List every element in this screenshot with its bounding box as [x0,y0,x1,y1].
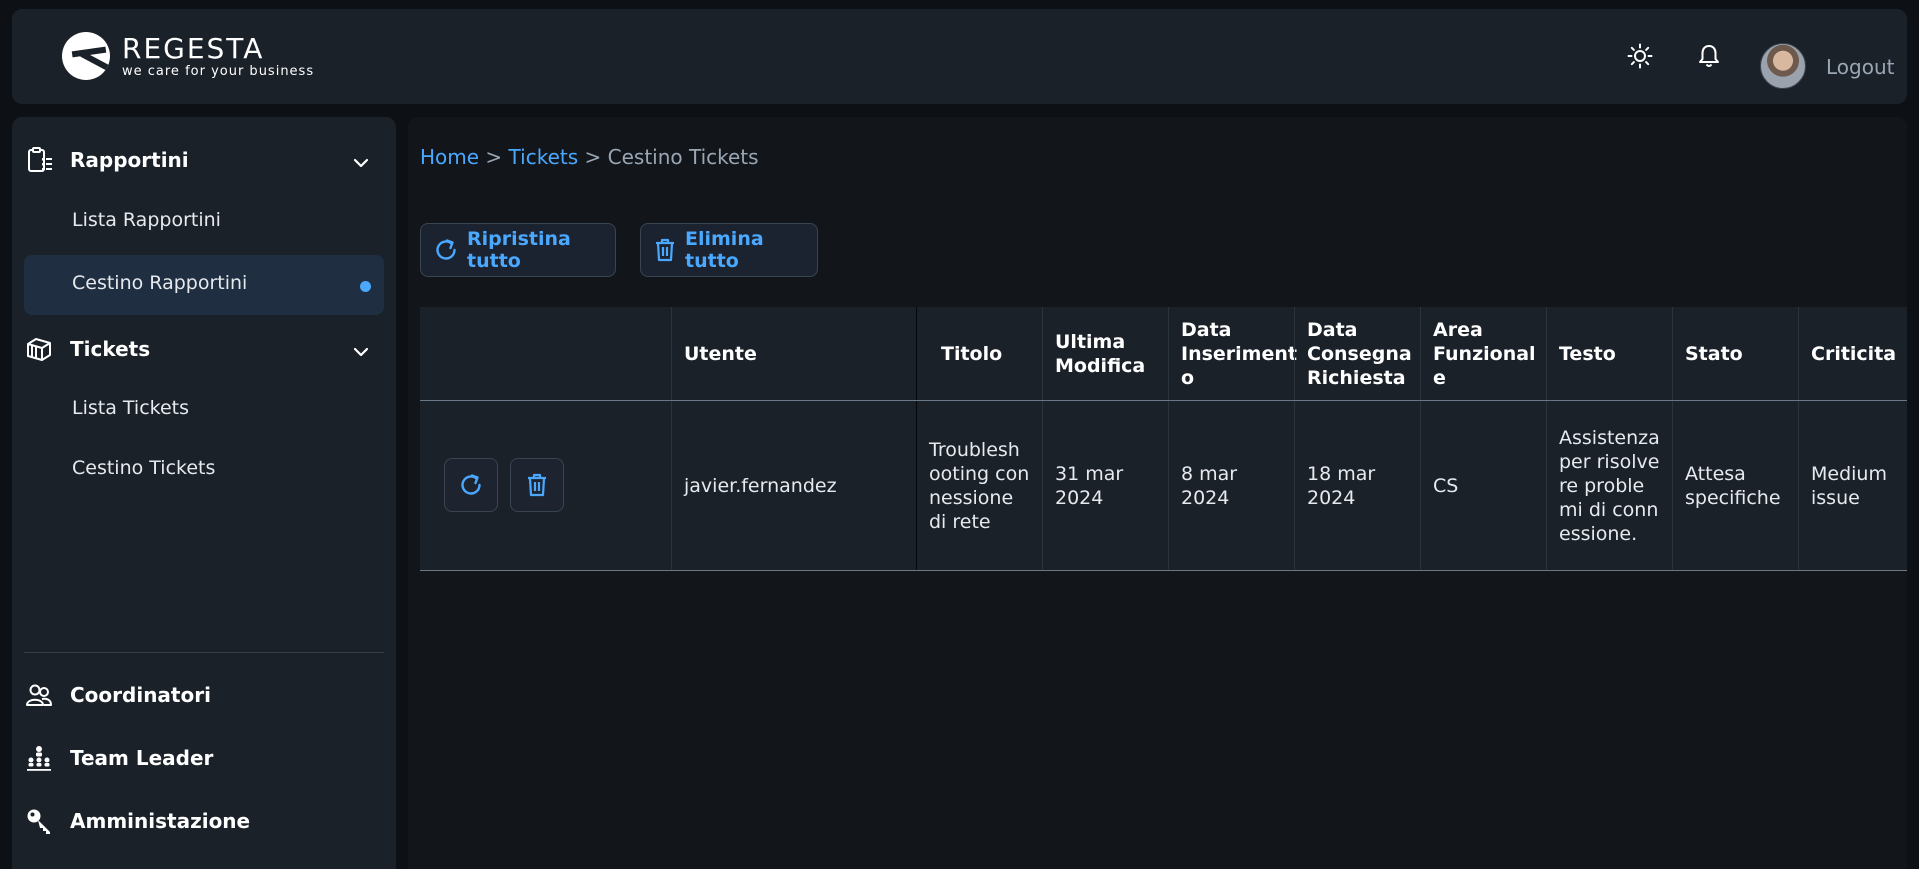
chevron-down-icon[interactable] [352,343,370,361]
cell-data-consegna: 18 mar 2024 [1294,401,1420,570]
bell-icon[interactable] [1695,42,1723,70]
breadcrumb-tickets[interactable]: Tickets [509,145,579,169]
clipboard-list-icon [24,145,54,175]
row-actions-cell [420,401,671,570]
breadcrumb-home[interactable]: Home [420,145,479,169]
cell-ultima-modifica: 31 mar 2024 [1042,401,1168,570]
sidebar-item-lista-rapportini[interactable]: Lista Rapportini [72,209,221,231]
avatar[interactable] [1760,43,1806,89]
cell-testo: Assistenza per risolvere problemi di con… [1546,401,1672,570]
sidebar: Rapportini Lista Rapportini Cestino Rapp… [12,117,396,869]
cell-stato: Attesa specifiche [1672,401,1798,570]
chevron-down-icon[interactable] [352,154,370,172]
brand-tagline: we care for your business [122,63,315,79]
delete-all-button[interactable]: Elimina tutto [640,223,818,277]
sidebar-item-label: Amministazione [70,809,251,833]
breadcrumb-separator: > [479,145,509,169]
cell-titolo: Troubleshooting connessione di rete [916,401,1042,570]
cell-criticita: Medium issue [1798,401,1907,570]
cell-utente: javier.fernandez [671,401,916,570]
logout-link[interactable]: Logout [1826,55,1894,79]
logo-mark-icon [62,32,110,80]
table-row: javier.fernandez Troubleshooting conness… [420,401,1907,571]
cell-area-funzionale: CS [1420,401,1546,570]
breadcrumb: Home > Tickets > Cestino Tickets [420,145,759,169]
sidebar-group-label: Rapportini [70,148,189,172]
delete-row-button[interactable] [510,458,564,512]
column-header-stato[interactable]: Stato [1672,307,1798,400]
table-header-row: Utente Titolo Ultima Modifica Data Inser… [420,307,1907,401]
restore-row-button[interactable] [444,458,498,512]
top-header: REGESTA we care for your business Logout [12,9,1907,104]
ticket-icon [24,334,54,364]
breadcrumb-current: Cestino Tickets [607,145,759,169]
sidebar-item-amministazione[interactable]: Amministazione [24,806,250,836]
column-header-data-consegna[interactable]: Data Consegna Richiesta [1294,307,1420,400]
trash-icon [528,473,546,497]
sidebar-group-tickets[interactable]: Tickets [24,334,150,364]
sidebar-item-cestino-tickets[interactable]: Cestino Tickets [72,457,215,479]
delete-all-label: Elimina tutto [685,228,764,272]
sidebar-divider [24,652,384,653]
refresh-icon [461,474,481,495]
sun-icon[interactable] [1626,42,1654,70]
sidebar-item-lista-tickets[interactable]: Lista Tickets [72,397,189,419]
sidebar-item-coordinatori[interactable]: Coordinatori [24,680,211,710]
brand-logo[interactable]: REGESTA we care for your business [62,32,314,80]
brand-name: REGESTA [122,31,265,65]
restore-all-button[interactable]: Ripristina tutto [420,223,616,277]
column-header-data-inserimento[interactable]: Data Inseriment o [1168,307,1297,400]
active-indicator-dot [360,281,371,292]
main-panel: Home > Tickets > Cestino Tickets Riprist… [408,117,1907,869]
column-header-titolo[interactable]: Titolo [916,307,1042,400]
column-header-actions [420,307,671,400]
users-icon [24,680,54,710]
column-header-ultima-modifica[interactable]: Ultima Modifica [1042,307,1168,400]
sidebar-group-label: Tickets [70,337,151,361]
trash-tickets-table: Utente Titolo Ultima Modifica Data Inser… [420,307,1907,571]
refresh-icon [433,237,459,263]
sidebar-item-label: Coordinatori [70,683,211,707]
column-header-area-funzionale[interactable]: Area Funzional e [1420,307,1546,400]
key-icon [24,806,54,836]
trash-icon [653,237,677,263]
restore-all-label: Ripristina tutto [467,228,571,272]
column-header-criticita[interactable]: Criticita [1798,307,1907,400]
column-header-testo[interactable]: Testo [1546,307,1672,400]
sidebar-group-rapportini[interactable]: Rapportini [24,145,189,175]
sidebar-item-cestino-rapportini[interactable]: Cestino Rapportini [72,272,247,294]
cell-data-inserimento: 8 mar 2024 [1168,401,1294,570]
breadcrumb-separator: > [578,145,608,169]
sidebar-item-team-leader[interactable]: Team Leader [24,743,213,773]
sidebar-item-label: Team Leader [70,746,214,770]
hierarchy-icon [24,743,54,773]
column-header-utente[interactable]: Utente [671,307,916,400]
